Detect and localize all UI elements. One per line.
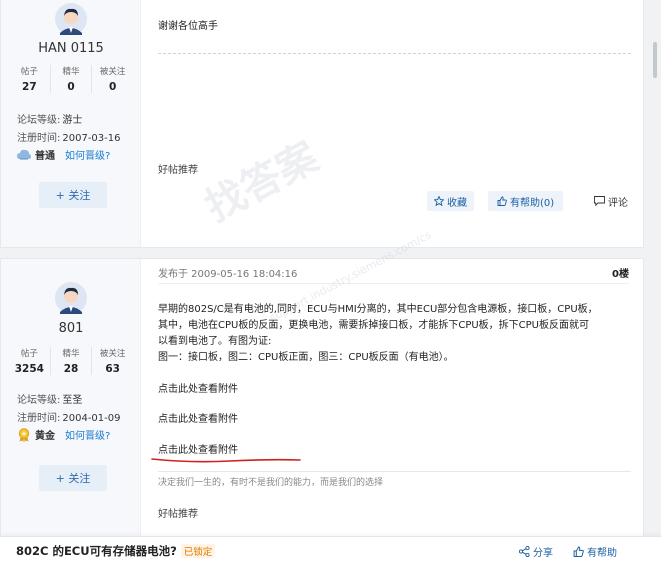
avatar[interactable] [55,3,87,35]
content-line: 其中，电池在CPU板的反面，更换电池，需要拆掉接口板，才能拆下CPU板，拆下CP… [158,320,589,331]
follow-button[interactable]: + 关注 [39,465,107,491]
stat-followers: 被关注 63 [99,349,126,375]
stat-essence: 精华 28 [51,347,93,375]
comment-button[interactable]: 评论 [594,191,628,211]
comment-icon [594,196,605,206]
forum-level: 论坛等级: 游士 [17,115,83,126]
register-date: 注册时间: 2004-01-09 [17,413,121,424]
share-button[interactable]: 分享 [519,544,553,559]
post-time: 发布于 2009-05-16 18:04:16 [158,269,298,280]
helpful-button[interactable]: 有帮助 [573,544,617,559]
attachment-link-2[interactable]: 点击此处查看附件 [158,410,238,425]
how-upgrade-link[interactable]: 如何晋级? [65,427,110,442]
follow-button[interactable]: + 关注 [39,182,107,208]
badge-row: 黄金 如何晋级? [17,427,110,442]
username[interactable]: HAN 0115 [1,41,141,56]
attachment-link-1[interactable]: 点击此处查看附件 [158,380,238,395]
post-content: 谢谢各位高手 [158,21,218,32]
stat-followers: 被关注 0 [99,67,126,93]
stat-essence: 精华 0 [51,65,93,93]
helpful-button[interactable]: 有帮助(0) [488,191,564,211]
post-meta: 发布于 2009-05-16 18:04:16 0楼 [158,265,629,280]
thread-title: 802C 的ECU可有存储器电池? 已锁定 [16,543,216,559]
share-icon [519,546,530,557]
attachment-link-3[interactable]: 点击此处查看附件 [158,441,238,456]
thumbs-up-icon [573,546,584,557]
cloud-badge-icon [17,149,31,160]
helpful-label: 有帮助(0) [510,197,555,209]
user-stats: 帖子 3254 精华 28 被关注 63 [9,347,133,375]
post-body: 谢谢各位高手 好帖推荐 收藏 有帮助(0) 评论 [142,0,643,247]
share-label: 分享 [533,548,553,559]
stat-posts: 帖子 27 [9,65,51,93]
gold-medal-icon [18,427,30,442]
user-sidebar: HAN 0115 帖子 27 精华 0 被关注 0 论坛等级: 游士 注册时间: 2007… [1,0,141,247]
star-icon [434,196,444,206]
scrollbar-thumb[interactable] [653,42,657,78]
user-stats: 帖子 27 精华 0 被关注 0 [9,65,133,93]
badge-label: 普通 [35,151,55,162]
post-body: 发布于 2009-05-16 18:04:16 0楼 早期的802S/C是有电池… [142,259,643,547]
post-reply: HAN 0115 帖子 27 精华 0 被关注 0 论坛等级: 游士 注册时间: 2007… [0,0,644,248]
content-line: 以看到电池了。有图为证: [158,336,272,347]
locked-badge: 已锁定 [180,544,216,558]
user-sidebar: 801 帖子 3254 精华 28 被关注 63 论坛等级: 至圣 注册时间: 2004-… [1,259,141,547]
thread-title-text: 802C 的ECU可有存储器电池? [16,544,177,558]
avatar[interactable] [55,282,87,314]
helpful-label: 有帮助 [587,548,617,559]
divider [158,53,631,54]
recommend-label: 好帖推荐 [158,509,198,520]
stat-posts: 帖子 3254 [9,347,51,375]
collect-label: 收藏 [447,197,467,209]
recommend-label: 好帖推荐 [158,165,198,176]
floor-number: 0楼 [612,269,629,280]
content-line: 早期的802S/C是有电池的,同时，ECU与HMI分离的，其中ECU部分包含电源… [158,304,598,315]
red-underline-annotation [151,458,301,463]
scrollbar-track[interactable] [649,0,661,536]
thumbs-up-icon [497,196,507,206]
comment-label: 评论 [608,197,628,209]
content-line: 图一：接口板，图二：CPU板正面，图三：CPU板反面（有电池）。 [158,352,454,363]
post-content: 早期的802S/C是有电池的,同时，ECU与HMI分离的，其中ECU部分包含电源… [158,302,629,366]
signature-motto: 决定我们一生的，有时不是我们的能力，而是我们的选择 [158,478,384,488]
post-original: 801 帖子 3254 精华 28 被关注 63 论坛等级: 至圣 注册时间: 2004-… [0,258,644,548]
username[interactable]: 801 [1,321,141,336]
divider [158,283,629,284]
badge-row: 普通 如何晋级? [17,147,110,162]
register-date: 注册时间: 2007-03-16 [17,133,121,144]
how-upgrade-link[interactable]: 如何晋级? [65,147,110,162]
sticky-title-bar: 802C 的ECU可有存储器电池? 已锁定 分享 有帮助 [0,536,661,562]
signature-divider [158,471,631,472]
badge-label: 黄金 [35,431,55,442]
forum-level: 论坛等级: 至圣 [17,395,83,406]
collect-button[interactable]: 收藏 [427,191,474,211]
